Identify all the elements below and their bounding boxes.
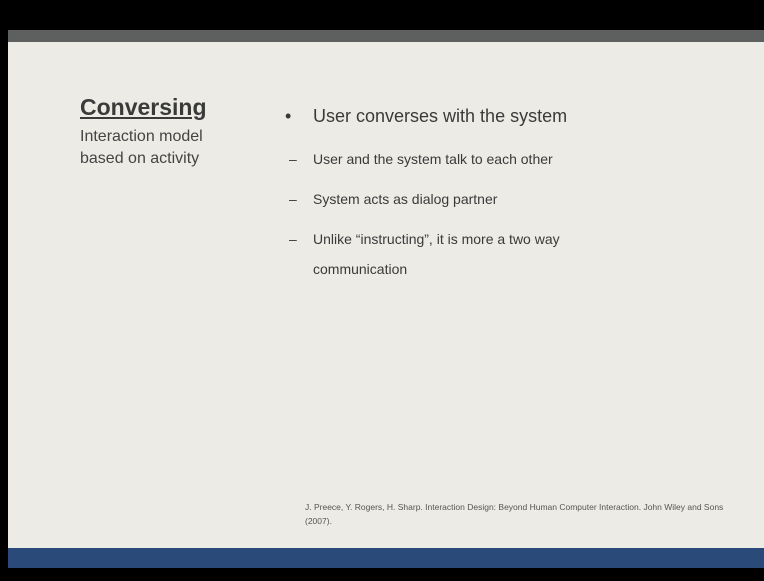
slide-title: Conversing (80, 94, 207, 120)
bullet-marker: • (285, 106, 292, 126)
sub-bullet-text: User and the system talk to each other (313, 151, 553, 167)
sub-bullet-text: System acts as dialog partner (313, 191, 498, 207)
sub-bullet-item: – User and the system talk to each other (289, 144, 725, 174)
sub-bullet-marker: – (289, 151, 297, 167)
sub-bullet-text: Unlike “instructing”, it is more a two w… (313, 231, 560, 277)
bottom-letterbox (0, 568, 764, 581)
slide-heading-block: Conversing Interaction model based on ac… (80, 92, 270, 170)
sub-bullet-marker: – (289, 191, 297, 207)
sub-bullet-item: – System acts as dialog partner (289, 184, 725, 214)
slide-top-band (8, 30, 764, 42)
video-frame: Conversing Interaction model based on ac… (0, 0, 764, 581)
slide-body: • User converses with the system – User … (285, 104, 725, 294)
slide-subtitle: Interaction model based on activity (80, 128, 203, 167)
bullet-text: User converses with the system (313, 106, 568, 126)
citation: J. Preece, Y. Rogers, H. Sharp. Interact… (305, 502, 724, 526)
slide-bottom-band (8, 548, 764, 568)
top-letterbox (0, 0, 764, 30)
sub-bullet-marker: – (289, 231, 297, 247)
bullet-item: • User converses with the system (285, 104, 725, 128)
sub-bullet-item: – Unlike “instructing”, it is more a two… (289, 224, 725, 284)
